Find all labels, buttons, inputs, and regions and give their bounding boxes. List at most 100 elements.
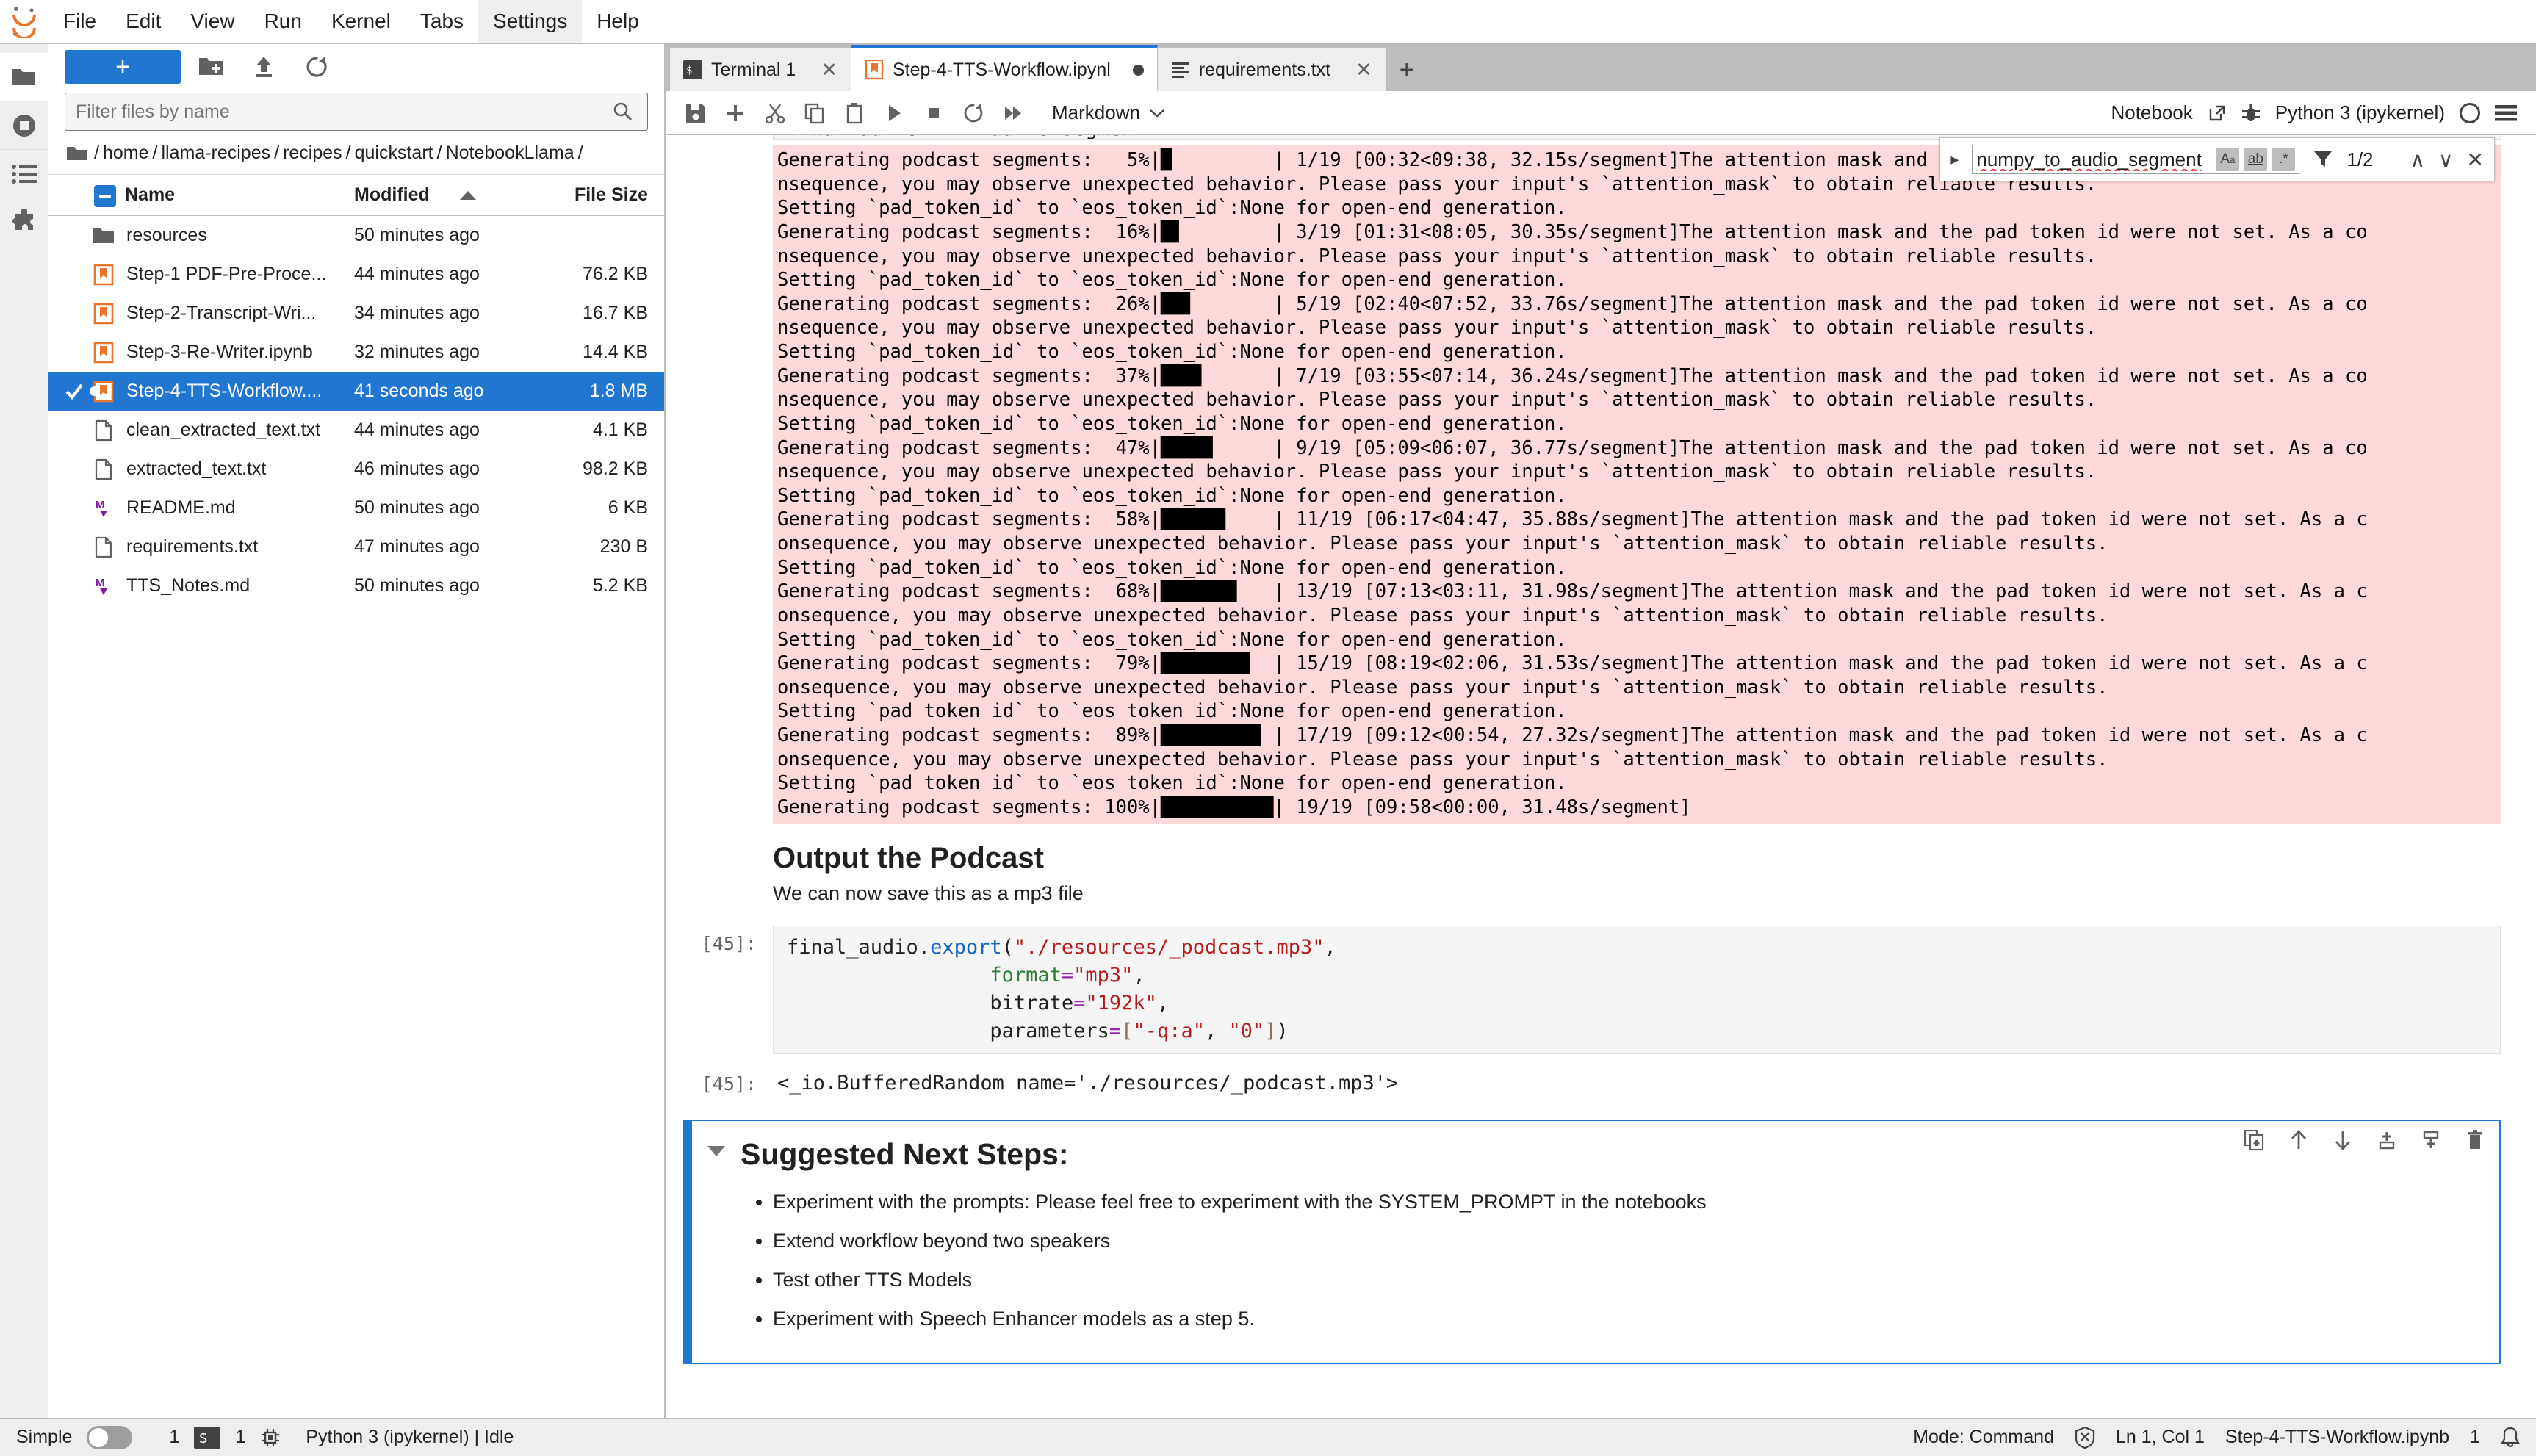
code-token-string-format: "mp3" [1073,964,1133,987]
kernel-idle-circle-icon[interactable] [2460,103,2480,123]
menu-item-tabs[interactable]: Tabs [406,0,478,43]
save-icon[interactable] [677,95,714,131]
file-row-clean-extracted-text-txt[interactable]: clean_extracted_text.txt44 minutes ago4.… [48,411,664,450]
restart-kernel-icon[interactable] [955,95,992,131]
notebook-scroll-region[interactable]: final_audio += audio_segment Generating … [666,135,2536,1418]
tab-terminal-1[interactable]: $_Terminal 1✕ [670,48,851,91]
cell-type-dropdown[interactable]: Markdown [1045,98,1172,128]
menu-item-help[interactable]: Help [582,0,654,43]
whole-word-toggle[interactable]: ab [2244,148,2267,171]
add-cell-icon[interactable] [717,95,754,131]
close-icon[interactable]: ✕ [821,59,837,82]
file-row-requirements-txt[interactable]: requirements.txt47 minutes ago230 B [48,527,664,566]
notebook-mode-label[interactable]: Notebook [2111,101,2192,124]
refresh-icon[interactable] [294,48,339,86]
file-row-step-4-tts-workflow-[interactable]: Step-4-TTS-Workflow....41 seconds ago1.8… [48,372,664,411]
copy-icon[interactable] [796,95,833,131]
breadcrumb-separator: / [578,143,583,164]
run-icon[interactable] [876,95,912,131]
kernel-name-label[interactable]: Python 3 (ipykernel) [2275,101,2445,124]
column-header-modified[interactable]: Modified [354,184,538,206]
breadcrumb-segment-notebookllama[interactable]: NotebookLlama [442,143,578,164]
file-row-resources[interactable]: resources50 minutes ago [48,216,664,255]
file-size-label: 5.2 KB [538,575,648,597]
notebook-cell-markdown-active[interactable]: Suggested Next Steps: Experiment with th… [683,1120,2501,1364]
search-close-icon[interactable]: ✕ [2467,148,2484,172]
column-header-size[interactable]: File Size [538,184,648,206]
file-row-step-1-pdf-pre-proce-[interactable]: Step-1 PDF-Pre-Proce...44 minutes ago76.… [48,255,664,294]
filter-files-input[interactable] [65,93,648,131]
move-cell-up-icon[interactable] [2286,1128,2311,1153]
close-icon[interactable]: ✕ [1355,59,1372,82]
terminal-icon[interactable]: $_ [194,1427,220,1449]
breadcrumb-segment-home[interactable]: home [99,143,153,164]
extension-manager-icon[interactable] [0,198,48,247]
new-folder-icon[interactable] [188,48,234,86]
menu-item-view[interactable]: View [176,0,249,43]
insert-cell-above-icon[interactable] [2374,1128,2399,1153]
search-prev-icon[interactable]: ∧ [2410,148,2426,172]
row-checkbox[interactable] [65,382,84,401]
breadcrumb-segment-recipes[interactable]: recipes [279,143,346,164]
menu-item-run[interactable]: Run [250,0,317,43]
restart-and-run-all-icon[interactable] [995,95,1031,131]
breadcrumb[interactable]: /home/llama-recipes/recipes/quickstart/N… [48,140,664,175]
simple-mode-toggle[interactable] [87,1426,132,1449]
notebook-icon [91,264,116,286]
insert-cell-below-icon[interactable] [2418,1128,2443,1153]
paste-icon[interactable] [836,95,873,131]
file-modified-label: 47 minutes ago [354,536,538,558]
editor-mode-label: Mode: Command [1913,1427,2054,1448]
file-row-tts-notes-md[interactable]: MTTS_Notes.md50 minutes ago5.2 KB [48,566,664,605]
file-row-step-3-re-writer-ipynb[interactable]: Step-3-Re-Writer.ipynb32 minutes ago14.4… [48,333,664,372]
tab-requirements-txt[interactable]: requirements.txt✕ [1158,48,1386,91]
menu-item-kernel[interactable]: Kernel [317,0,406,43]
file-row-readme-md[interactable]: MREADME.md50 minutes ago6 KB [48,489,664,527]
select-all-checkbox[interactable] [94,185,116,207]
search-expand-caret-icon[interactable]: ▸ [1950,150,1959,169]
menu-item-file[interactable]: File [48,0,111,43]
filter-icon[interactable] [2313,149,2333,170]
upload-icon[interactable] [241,48,287,86]
match-case-toggle[interactable]: Aa [2216,148,2239,171]
table-of-contents-icon[interactable] [0,150,48,198]
file-row-name: Step-2-Transcript-Wri... [91,303,354,325]
file-browser-icon[interactable] [0,53,48,101]
bug-icon[interactable] [2241,103,2261,123]
duplicate-cell-icon[interactable] [2242,1128,2267,1153]
cell-collapser[interactable] [692,1121,741,1363]
search-next-icon[interactable]: ∨ [2438,148,2454,172]
new-tab-button[interactable]: + [1386,48,1427,91]
notebook-cell-code-45[interactable]: [45]: final_audio.export("./resources/_p… [683,926,2501,1054]
breadcrumb-segment-quickstart[interactable]: quickstart [351,143,437,164]
unsaved-indicator-dot[interactable] [1133,65,1144,76]
stop-icon[interactable] [915,95,952,131]
breadcrumb-segment-llama-recipes[interactable]: llama-recipes [157,143,274,164]
delete-cell-icon[interactable] [2463,1128,2488,1153]
file-row-step-2-transcript-wri-[interactable]: Step-2-Transcript-Wri...34 minutes ago16… [48,294,664,333]
code-token-bracket-open: [ [1121,1020,1133,1042]
file-name-label: clean_extracted_text.txt [126,419,320,441]
menu-item-settings[interactable]: Settings [478,0,582,43]
column-header-name[interactable]: Name [91,184,354,206]
regex-toggle[interactable]: .* [2272,148,2295,171]
code-editor[interactable]: final_audio.export("./resources/_podcast… [773,926,2501,1054]
new-launcher-button[interactable]: + [65,50,181,84]
running-terminals-icon[interactable] [0,101,48,150]
menu-item-edit[interactable]: Edit [111,0,176,43]
hamburger-menu-icon[interactable] [2495,104,2517,122]
move-cell-down-icon[interactable] [2330,1128,2355,1153]
cut-icon[interactable] [757,95,793,131]
notebook-cell-markdown-output[interactable]: Output the Podcast We can now save this … [683,824,2501,917]
menu-bar: FileEditViewRunKernelTabsSettingsHelp [0,0,2536,44]
kernel-status-label[interactable]: Python 3 (ipykernel) | Idle [306,1427,514,1448]
external-link-icon[interactable] [2208,104,2227,123]
file-row-extracted-text-txt[interactable]: extracted_text.txt46 minutes ago98.2 KB [48,450,664,489]
bell-icon[interactable] [2501,1427,2520,1449]
jupyter-logo [0,4,48,38]
cpu-chip-icon[interactable] [260,1427,281,1448]
no-connection-shield-icon[interactable] [2075,1427,2095,1449]
search-input[interactable] [1976,148,2211,171]
file-name-label: README.md [126,497,236,519]
tab-step-4-tts-workflow-ipynl[interactable]: Step-4-TTS-Workflow.ipynl [851,45,1158,91]
